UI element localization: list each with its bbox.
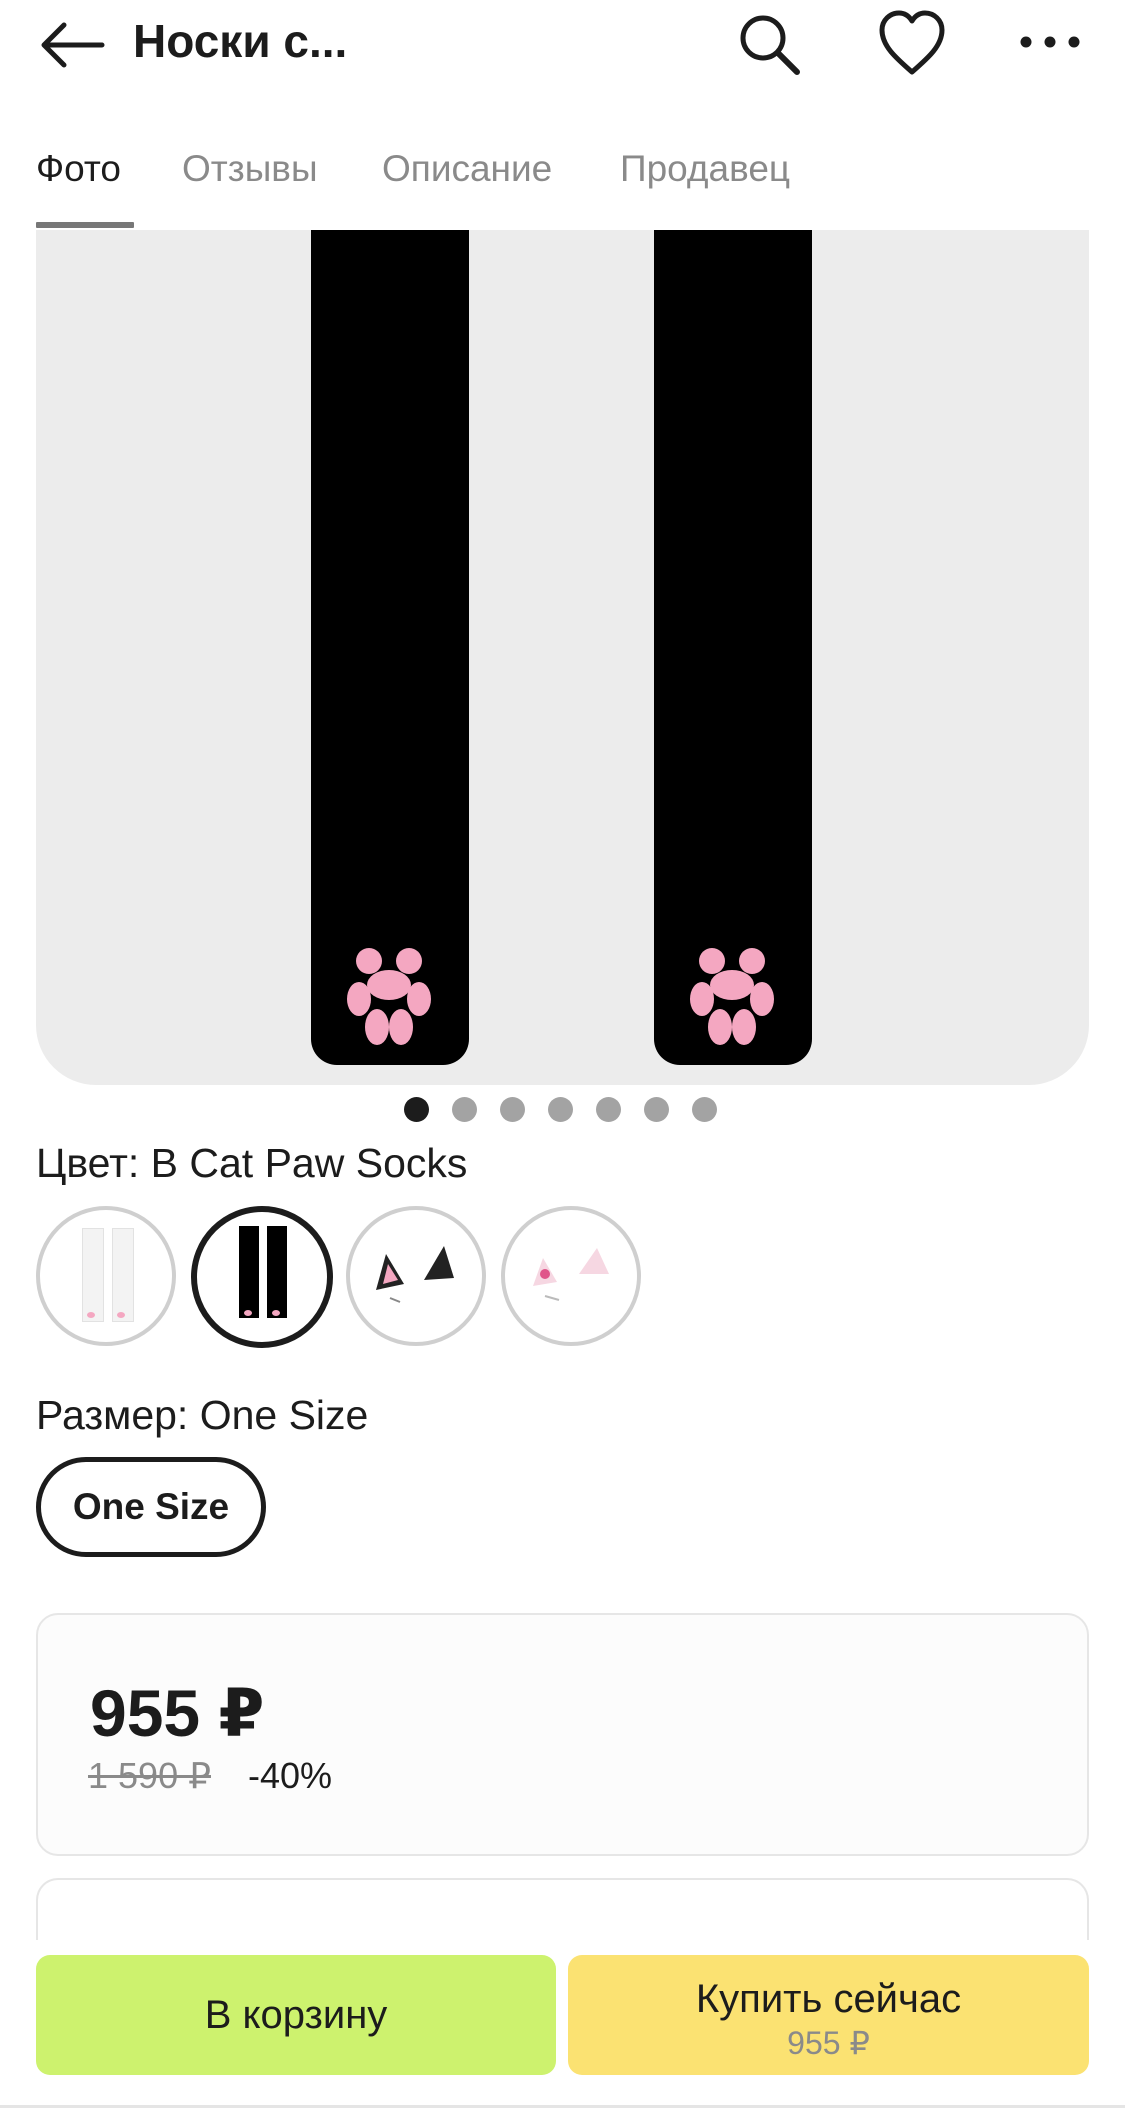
- swatch-paw: [272, 1310, 280, 1316]
- pagination-dot[interactable]: [548, 1097, 573, 1122]
- color-option-pink-ears[interactable]: [501, 1206, 641, 1346]
- paw-print-icon: [347, 948, 431, 1045]
- price-card: 955 ₽ 1 590 ₽ -40%: [36, 1613, 1089, 1856]
- more-horizontal-icon: [1020, 36, 1080, 48]
- product-tabs: Фото Отзывы Описание Продавец: [0, 130, 1125, 230]
- tab-photo[interactable]: Фото: [36, 148, 121, 190]
- pagination-dot[interactable]: [500, 1097, 525, 1122]
- top-app-bar: Носки с...: [0, 0, 1125, 90]
- swatch-paw: [117, 1312, 125, 1318]
- back-button[interactable]: [36, 20, 108, 70]
- buy-now-button[interactable]: Купить сейчас 955 ₽: [568, 1955, 1089, 2075]
- more-button[interactable]: [1016, 8, 1088, 80]
- size-option-one-size[interactable]: One Size: [36, 1457, 266, 1557]
- size-label: Размер: One Size: [36, 1392, 369, 1438]
- favorite-button[interactable]: [876, 8, 948, 80]
- swatch-paw: [87, 1312, 95, 1318]
- tab-description[interactable]: Описание: [382, 148, 552, 190]
- swatch-sock: [82, 1228, 104, 1322]
- page-title: Носки с...: [133, 15, 348, 67]
- swatch-paw: [244, 1310, 252, 1316]
- discount-badge: -40%: [248, 1755, 333, 1796]
- active-tab-indicator: [36, 222, 134, 228]
- pagination-dot[interactable]: [644, 1097, 669, 1122]
- color-option-black-socks[interactable]: [191, 1206, 333, 1348]
- paw-print-icon: [690, 948, 774, 1045]
- search-icon: [740, 15, 800, 75]
- add-to-cart-button[interactable]: В корзину: [36, 1955, 556, 2075]
- pagination-dot[interactable]: [404, 1097, 429, 1122]
- old-price: 1 590 ₽: [88, 1755, 211, 1796]
- product-image[interactable]: [36, 230, 1089, 1085]
- color-option-black-ears[interactable]: [346, 1206, 486, 1346]
- buy-now-price: 955 ₽: [787, 2025, 870, 2061]
- pagination-dot[interactable]: [596, 1097, 621, 1122]
- search-button[interactable]: [733, 8, 805, 80]
- pagination-dot[interactable]: [692, 1097, 717, 1122]
- tab-seller[interactable]: Продавец: [620, 148, 790, 190]
- current-price: 955 ₽: [90, 1676, 265, 1750]
- sock-left: [311, 230, 469, 1065]
- cat-ears-icon: [533, 1248, 609, 1301]
- swatch-sock: [239, 1226, 259, 1318]
- tab-reviews[interactable]: Отзывы: [182, 148, 318, 190]
- color-option-white-socks[interactable]: [36, 1206, 176, 1346]
- swatch-sock: [267, 1226, 287, 1318]
- swatch-sock: [112, 1228, 134, 1322]
- heart-icon: [879, 10, 945, 75]
- cat-ears-icon: [376, 1246, 454, 1303]
- arrow-left-icon: [41, 22, 105, 68]
- bottom-action-bar: В корзину Купить сейчас 955 ₽: [0, 1940, 1125, 2120]
- buy-now-label: Купить сейчас: [695, 1977, 962, 2021]
- pagination-dot[interactable]: [452, 1097, 477, 1122]
- sock-right: [654, 230, 812, 1065]
- bottom-divider: [0, 2105, 1125, 2108]
- color-label: Цвет: B Cat Paw Socks: [36, 1140, 468, 1186]
